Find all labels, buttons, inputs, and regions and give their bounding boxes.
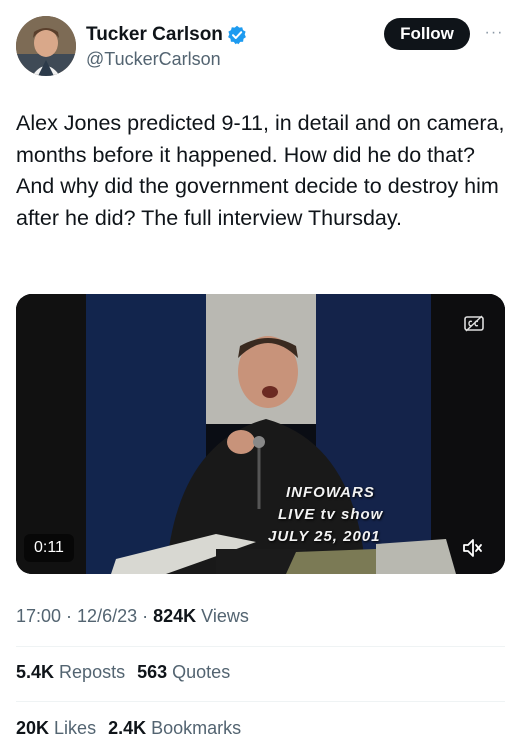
overlay-date: JULY 25, 2001	[268, 528, 381, 545]
follow-button[interactable]: Follow	[384, 18, 470, 50]
avatar-image	[16, 16, 76, 76]
likes-label: Likes	[54, 718, 97, 738]
quotes-count: 563	[137, 662, 168, 682]
tweet-meta: 17:00 · 12/6/23 · 824K Views	[16, 606, 249, 627]
tweet-date[interactable]: 12/6/23	[77, 606, 137, 626]
divider	[16, 701, 505, 702]
video-frame	[16, 294, 505, 574]
overlay-live-tv-show: LIVE tv show	[278, 506, 384, 523]
reposts-link[interactable]: 5.4K Reposts	[16, 662, 125, 683]
mute-icon[interactable]	[456, 532, 488, 564]
cc-icon[interactable]	[463, 314, 485, 332]
meta-separator: ·	[61, 606, 78, 626]
quotes-label: Quotes	[172, 662, 231, 682]
tweet-text: Alex Jones predicted 9-11, in detail and…	[16, 111, 505, 230]
overlay-infowars: INFOWARS	[286, 484, 375, 501]
divider	[16, 646, 505, 647]
views-count: 824K	[153, 606, 197, 626]
verified-badge-icon	[227, 25, 247, 45]
reposts-label: Reposts	[59, 662, 126, 682]
likes-count: 20K	[16, 718, 50, 738]
avatar[interactable]	[16, 16, 76, 76]
views-label: Views	[201, 606, 249, 626]
tweet-header: Tucker Carlson @TuckerCarlson Follow ···	[16, 16, 505, 76]
display-name[interactable]: Tucker Carlson	[86, 24, 223, 46]
quotes-link[interactable]: 563 Quotes	[137, 662, 230, 683]
bookmarks-label: Bookmarks	[151, 718, 242, 738]
stats-row-engagement: 5.4K Reposts 563 Quotes	[16, 662, 230, 683]
bookmarks-count: 2.4K	[108, 718, 147, 738]
reposts-count: 5.4K	[16, 662, 55, 682]
bookmarks-link[interactable]: 2.4K Bookmarks	[108, 718, 241, 739]
meta-separator-2: ·	[137, 606, 154, 626]
more-icon[interactable]: ···	[482, 24, 506, 44]
handle[interactable]: @TuckerCarlson	[86, 49, 221, 70]
stats-row-likes: 20K Likes 2.4K Bookmarks	[16, 718, 241, 739]
name-row: Tucker Carlson	[86, 24, 247, 46]
likes-link[interactable]: 20K Likes	[16, 718, 96, 739]
video-player[interactable]: INFOWARS LIVE tv show JULY 25, 2001 0:11	[16, 294, 505, 574]
video-timer: 0:11	[24, 534, 74, 562]
tweet-time[interactable]: 17:00	[16, 606, 61, 626]
